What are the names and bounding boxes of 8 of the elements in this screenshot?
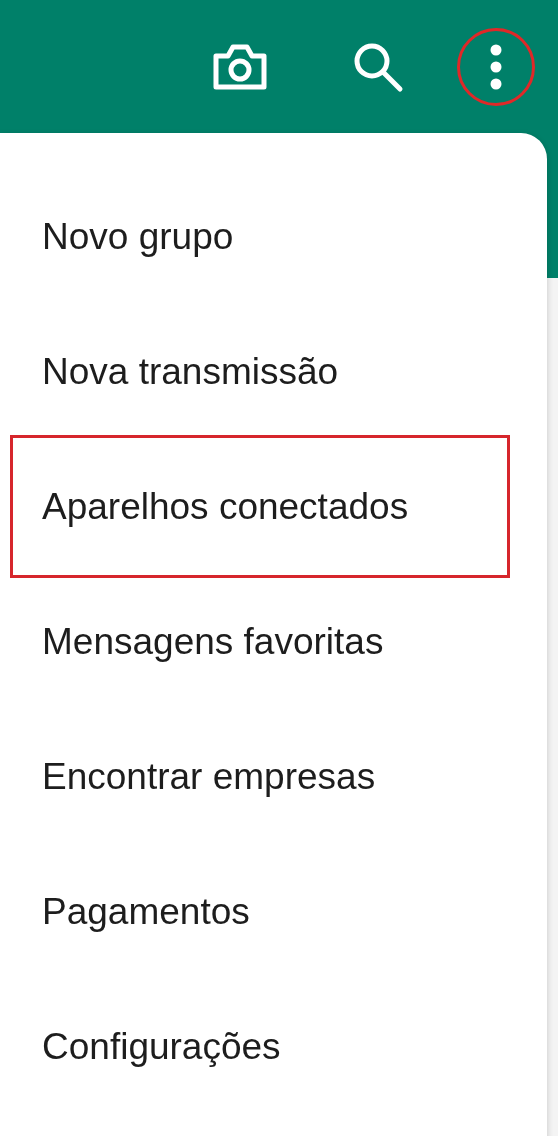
more-options-button[interactable]: [457, 28, 535, 106]
menu-item[interactable]: Novo grupo: [0, 169, 547, 304]
menu-item[interactable]: Pagamentos: [0, 844, 547, 979]
camera-icon: [211, 42, 269, 92]
menu-item[interactable]: Encontrar empresas: [0, 709, 547, 844]
menu-item[interactable]: Configurações: [0, 979, 547, 1114]
more-icon: [490, 44, 502, 90]
menu-item[interactable]: Aparelhos conectados: [10, 435, 510, 578]
